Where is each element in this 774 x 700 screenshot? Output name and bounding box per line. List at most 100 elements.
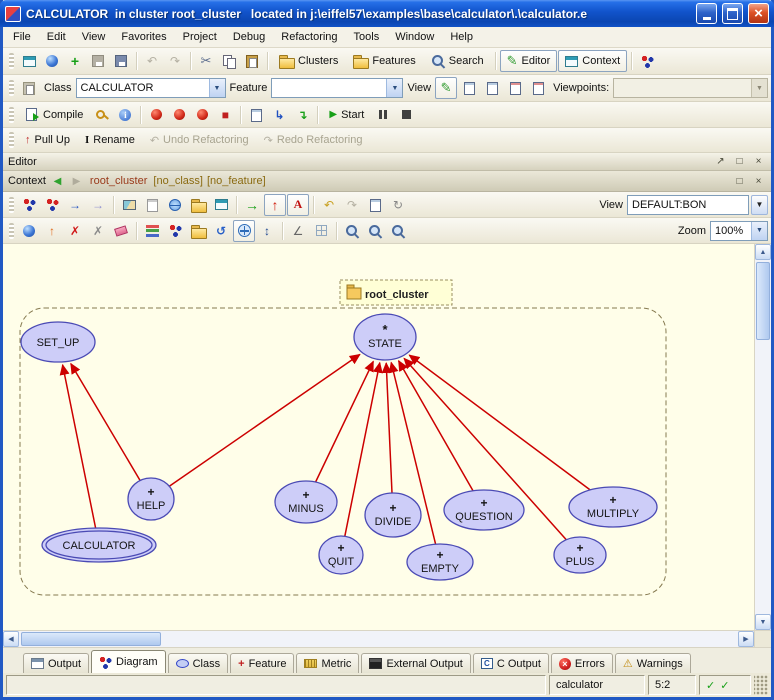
pull-up-button[interactable]: Pull Up — [18, 129, 77, 151]
class-node-multiply[interactable]: +MULTIPLY — [569, 487, 657, 527]
view-ancestors-button[interactable] — [504, 77, 526, 99]
client-link-button[interactable] — [87, 194, 109, 216]
delete-button[interactable] — [64, 220, 86, 242]
debug-run-button[interactable] — [145, 104, 167, 126]
toolbar-gripper[interactable] — [9, 223, 14, 239]
fit-view-button[interactable] — [18, 220, 40, 242]
layout-button[interactable] — [141, 220, 163, 242]
save-all-button[interactable] — [110, 50, 132, 72]
toolbar-gripper[interactable] — [9, 53, 14, 69]
start-button[interactable]: Start — [322, 104, 371, 126]
new-window-button[interactable] — [18, 50, 40, 72]
cluster-legend-button[interactable] — [41, 194, 63, 216]
diagram-history-button[interactable] — [364, 194, 386, 216]
inheritance-link-help-set_up[interactable] — [71, 364, 140, 481]
clusters-button[interactable]: Clusters — [272, 50, 345, 72]
view-descendants-button[interactable] — [527, 77, 549, 99]
history-back-button[interactable] — [50, 174, 65, 188]
scroll-right-button[interactable]: ▶ — [738, 631, 754, 647]
stop-button[interactable] — [395, 104, 417, 126]
menu-item-view[interactable]: View — [74, 28, 114, 46]
debug-disable-button[interactable] — [191, 104, 213, 126]
class-node-minus[interactable]: +MINUS — [275, 481, 337, 523]
debug-kill-button[interactable] — [214, 104, 236, 126]
tab-c-output[interactable]: C Output — [473, 653, 549, 673]
scroll-left-button[interactable]: ◀ — [3, 631, 19, 647]
redo-button[interactable] — [164, 50, 186, 72]
class-node-help[interactable]: +HELP — [128, 478, 174, 520]
diagram-canvas[interactable]: root_cluster SET_UP*STATE+HELPCALCULATOR… — [3, 244, 754, 630]
undo-button[interactable] — [141, 50, 163, 72]
step-into-button[interactable] — [268, 104, 290, 126]
menu-item-file[interactable]: File — [5, 28, 39, 46]
diagram-view-dropdown-button[interactable] — [751, 195, 768, 215]
menu-item-edit[interactable]: Edit — [39, 28, 74, 46]
features-button[interactable]: Features — [346, 50, 422, 72]
menu-item-refactoring[interactable]: Refactoring — [273, 28, 345, 46]
paste-button[interactable] — [241, 50, 263, 72]
class-node-set_up[interactable]: SET_UP — [21, 322, 95, 362]
app-icon[interactable] — [5, 6, 21, 22]
search-button[interactable]: Search — [424, 50, 491, 72]
class-node-empty[interactable]: +EMPTY — [407, 544, 473, 580]
context-maximize-button[interactable] — [732, 174, 747, 188]
inheritance-mode-button[interactable] — [264, 194, 286, 216]
tab-output[interactable]: Output — [23, 653, 89, 673]
maximize-button[interactable] — [722, 3, 743, 24]
vertical-scrollbar[interactable]: ▲ ▼ — [754, 244, 771, 630]
cut-button[interactable] — [195, 50, 217, 72]
cluster-layout-button[interactable] — [187, 220, 209, 242]
menu-item-favorites[interactable]: Favorites — [113, 28, 174, 46]
diagram-redo-button[interactable] — [341, 194, 363, 216]
tree-layout-button[interactable] — [164, 220, 186, 242]
redo-refactoring-button[interactable]: Redo Refactoring — [257, 129, 370, 151]
clipboard-button[interactable] — [18, 77, 40, 99]
horizontal-scrollbar[interactable]: ◀ ▶ — [3, 630, 754, 647]
freeze-button[interactable] — [91, 104, 113, 126]
zoom-out-button[interactable] — [387, 220, 409, 242]
center-diagram-button[interactable] — [41, 220, 63, 242]
class-node-plus[interactable]: +PLUS — [554, 537, 606, 573]
diagram-undo-button[interactable] — [318, 194, 340, 216]
show-labels-button[interactable] — [287, 194, 309, 216]
system-info-button[interactable] — [114, 104, 136, 126]
step-out-button[interactable] — [291, 104, 313, 126]
scroll-up-button[interactable]: ▲ — [755, 244, 771, 260]
context-close-button[interactable] — [751, 174, 766, 188]
inheritance-link-multiply-state[interactable] — [409, 355, 590, 490]
new-cluster-button[interactable] — [187, 194, 209, 216]
zoom-in-button[interactable] — [341, 220, 363, 242]
rename-button[interactable]: Rename — [78, 129, 142, 151]
tab-metric[interactable]: Metric — [296, 653, 359, 673]
debug-object-button[interactable] — [168, 104, 190, 126]
toolbar-gripper[interactable] — [9, 197, 14, 213]
cluster-tag[interactable]: root_cluster — [340, 280, 452, 305]
unpin-button[interactable] — [87, 220, 109, 242]
view-editor-button[interactable] — [435, 77, 457, 99]
tab-class[interactable]: Class — [168, 653, 229, 673]
add-link-button[interactable] — [241, 194, 263, 216]
eraser-button[interactable] — [110, 220, 132, 242]
toolbar-gripper[interactable] — [9, 80, 14, 96]
inheritance-link-calculator-set_up[interactable] — [63, 365, 96, 528]
toolbar-gripper[interactable] — [9, 107, 14, 123]
menu-item-help[interactable]: Help — [442, 28, 481, 46]
diagram-view-combobox[interactable]: DEFAULT:BON — [627, 195, 749, 215]
close-button[interactable] — [748, 3, 769, 24]
pause-button[interactable] — [372, 104, 394, 126]
tab-errors[interactable]: Errors — [551, 653, 613, 673]
undo-refactoring-button[interactable]: Undo Refactoring — [143, 129, 256, 151]
menu-item-debug[interactable]: Debug — [225, 28, 273, 46]
class-node-quit[interactable]: +QUIT — [319, 536, 363, 574]
context-cluster-link[interactable]: root_cluster — [88, 175, 149, 187]
class-node-state[interactable]: *STATE — [354, 314, 416, 360]
view-clients-button[interactable] — [481, 77, 503, 99]
class-legend-button[interactable] — [18, 194, 40, 216]
class-node-question[interactable]: +QUESTION — [444, 490, 524, 530]
resize-grip[interactable] — [754, 675, 768, 695]
vertical-scroll-thumb[interactable] — [756, 262, 770, 340]
circular-layout-button[interactable] — [210, 220, 232, 242]
editor-undock-button[interactable] — [713, 155, 728, 169]
chevron-down-icon[interactable] — [209, 79, 225, 97]
chevron-down-icon[interactable] — [386, 79, 402, 97]
